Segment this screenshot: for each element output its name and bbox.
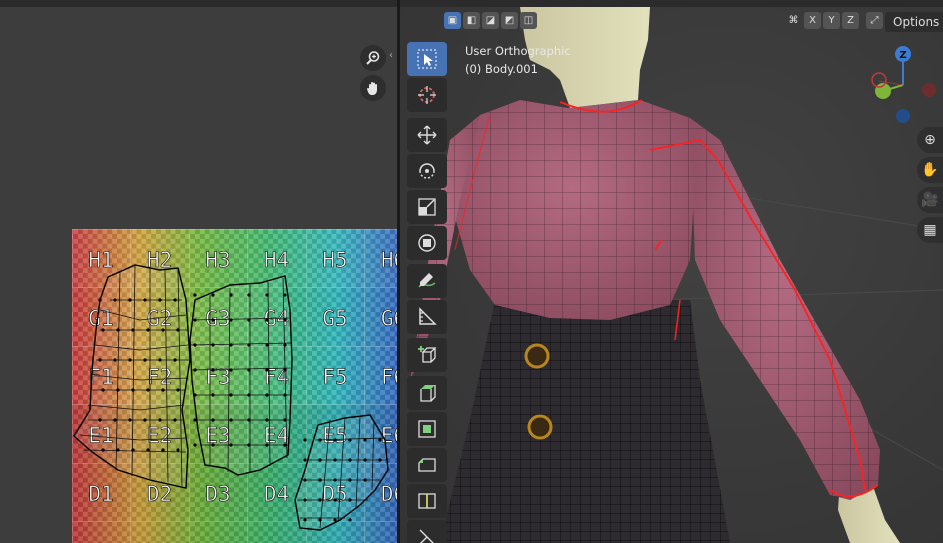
select-new-icon[interactable]: ▣ <box>444 12 461 29</box>
hand-icon[interactable]: ✋ <box>917 157 943 183</box>
character-model[interactable] <box>400 0 943 543</box>
options-label: Options <box>893 15 940 29</box>
cursor-tool-icon[interactable] <box>407 78 447 112</box>
uv-grid-label: G5 <box>322 307 347 331</box>
knife-tool-icon[interactable] <box>407 520 447 543</box>
uv-grid-label: H4 <box>264 248 289 272</box>
select-intersect-icon[interactable]: ◫ <box>520 12 537 29</box>
selection-mode-buttons[interactable]: ▣ ◧ ◪ ◩ ◫ <box>444 12 537 32</box>
camera-icon[interactable]: 🎥 <box>917 187 943 213</box>
rotate-tool-icon[interactable] <box>407 154 447 188</box>
object-name: (0) Body.001 <box>465 62 538 76</box>
uv-editor[interactable]: H1H2H3H4H5H6G1G2G3G4G5G6F1F2F3F4F5F6E1E2… <box>0 0 397 543</box>
uv-grid-label: H5 <box>322 248 347 272</box>
extrude-tool-icon[interactable] <box>407 376 447 410</box>
transform-tool-icon[interactable] <box>407 226 447 260</box>
zoom-icon[interactable]: ⊕ <box>917 127 943 153</box>
uv-grid-label: D6 <box>381 482 397 506</box>
auto-merge-icon[interactable]: ⤢ <box>866 12 883 29</box>
uv-grid-label: F6 <box>381 365 397 389</box>
gizmo-z-label: Z <box>899 50 906 61</box>
uv-grid-label: H3 <box>205 248 230 272</box>
corset-button <box>527 414 553 440</box>
uv-grid-label: D3 <box>205 482 230 506</box>
3d-viewport[interactable]: ▣ ◧ ◪ ◩ ◫ ⌘ X Y Z ⤢ Options ▾ User Ortho… <box>400 0 943 543</box>
mirror-icon: ⌘ <box>788 15 799 26</box>
annotate-tool-icon[interactable] <box>407 264 447 298</box>
move-tool-icon[interactable] <box>407 118 447 152</box>
uv-grid-label: H1 <box>88 248 113 272</box>
uv-grid-label: G6 <box>381 307 397 331</box>
axis-y-toggle[interactable]: Y <box>823 12 840 29</box>
select-extend-icon[interactable]: ◧ <box>463 12 480 29</box>
hand-icon[interactable] <box>360 75 386 101</box>
zoom-icon[interactable] <box>360 45 386 71</box>
scale-tool-icon[interactable] <box>407 190 447 224</box>
uv-grid-label: H6 <box>381 248 397 272</box>
select-invert-icon[interactable]: ◩ <box>501 12 518 29</box>
uv-grid-label: D4 <box>264 482 289 506</box>
uv-grid-label: F5 <box>322 365 347 389</box>
add-cube-tool-icon[interactable] <box>407 338 447 372</box>
uv-texture-canvas[interactable]: H1H2H3H4H5H6G1G2G3G4G5G6F1F2F3F4F5F6E1E2… <box>0 0 397 543</box>
select-subtract-icon[interactable]: ◪ <box>482 12 499 29</box>
axis-x-toggle[interactable]: X <box>804 12 821 29</box>
loop-cut-tool-icon[interactable] <box>407 484 447 518</box>
mirror-axis-buttons[interactable]: ⌘ X Y Z ⤢ <box>785 12 883 32</box>
corset-button <box>524 343 550 369</box>
select-box-tool-icon[interactable] <box>407 42 447 76</box>
navigation-gizmo[interactable]: Z <box>863 40 943 130</box>
axis-z-toggle[interactable]: Z <box>842 12 859 29</box>
options-dropdown[interactable]: Options ▾ <box>885 12 943 32</box>
view-name: User Orthographic <box>465 44 571 58</box>
bevel-tool-icon[interactable] <box>407 448 447 482</box>
grid-icon[interactable]: ▦ <box>917 217 943 243</box>
inset-tool-icon[interactable] <box>407 412 447 446</box>
uv-grid-label: D2 <box>147 482 172 506</box>
collapse-chevron-icon[interactable]: ‹ <box>389 50 393 61</box>
measure-tool-icon[interactable] <box>407 300 447 334</box>
uv-grid-label: D1 <box>88 482 113 506</box>
